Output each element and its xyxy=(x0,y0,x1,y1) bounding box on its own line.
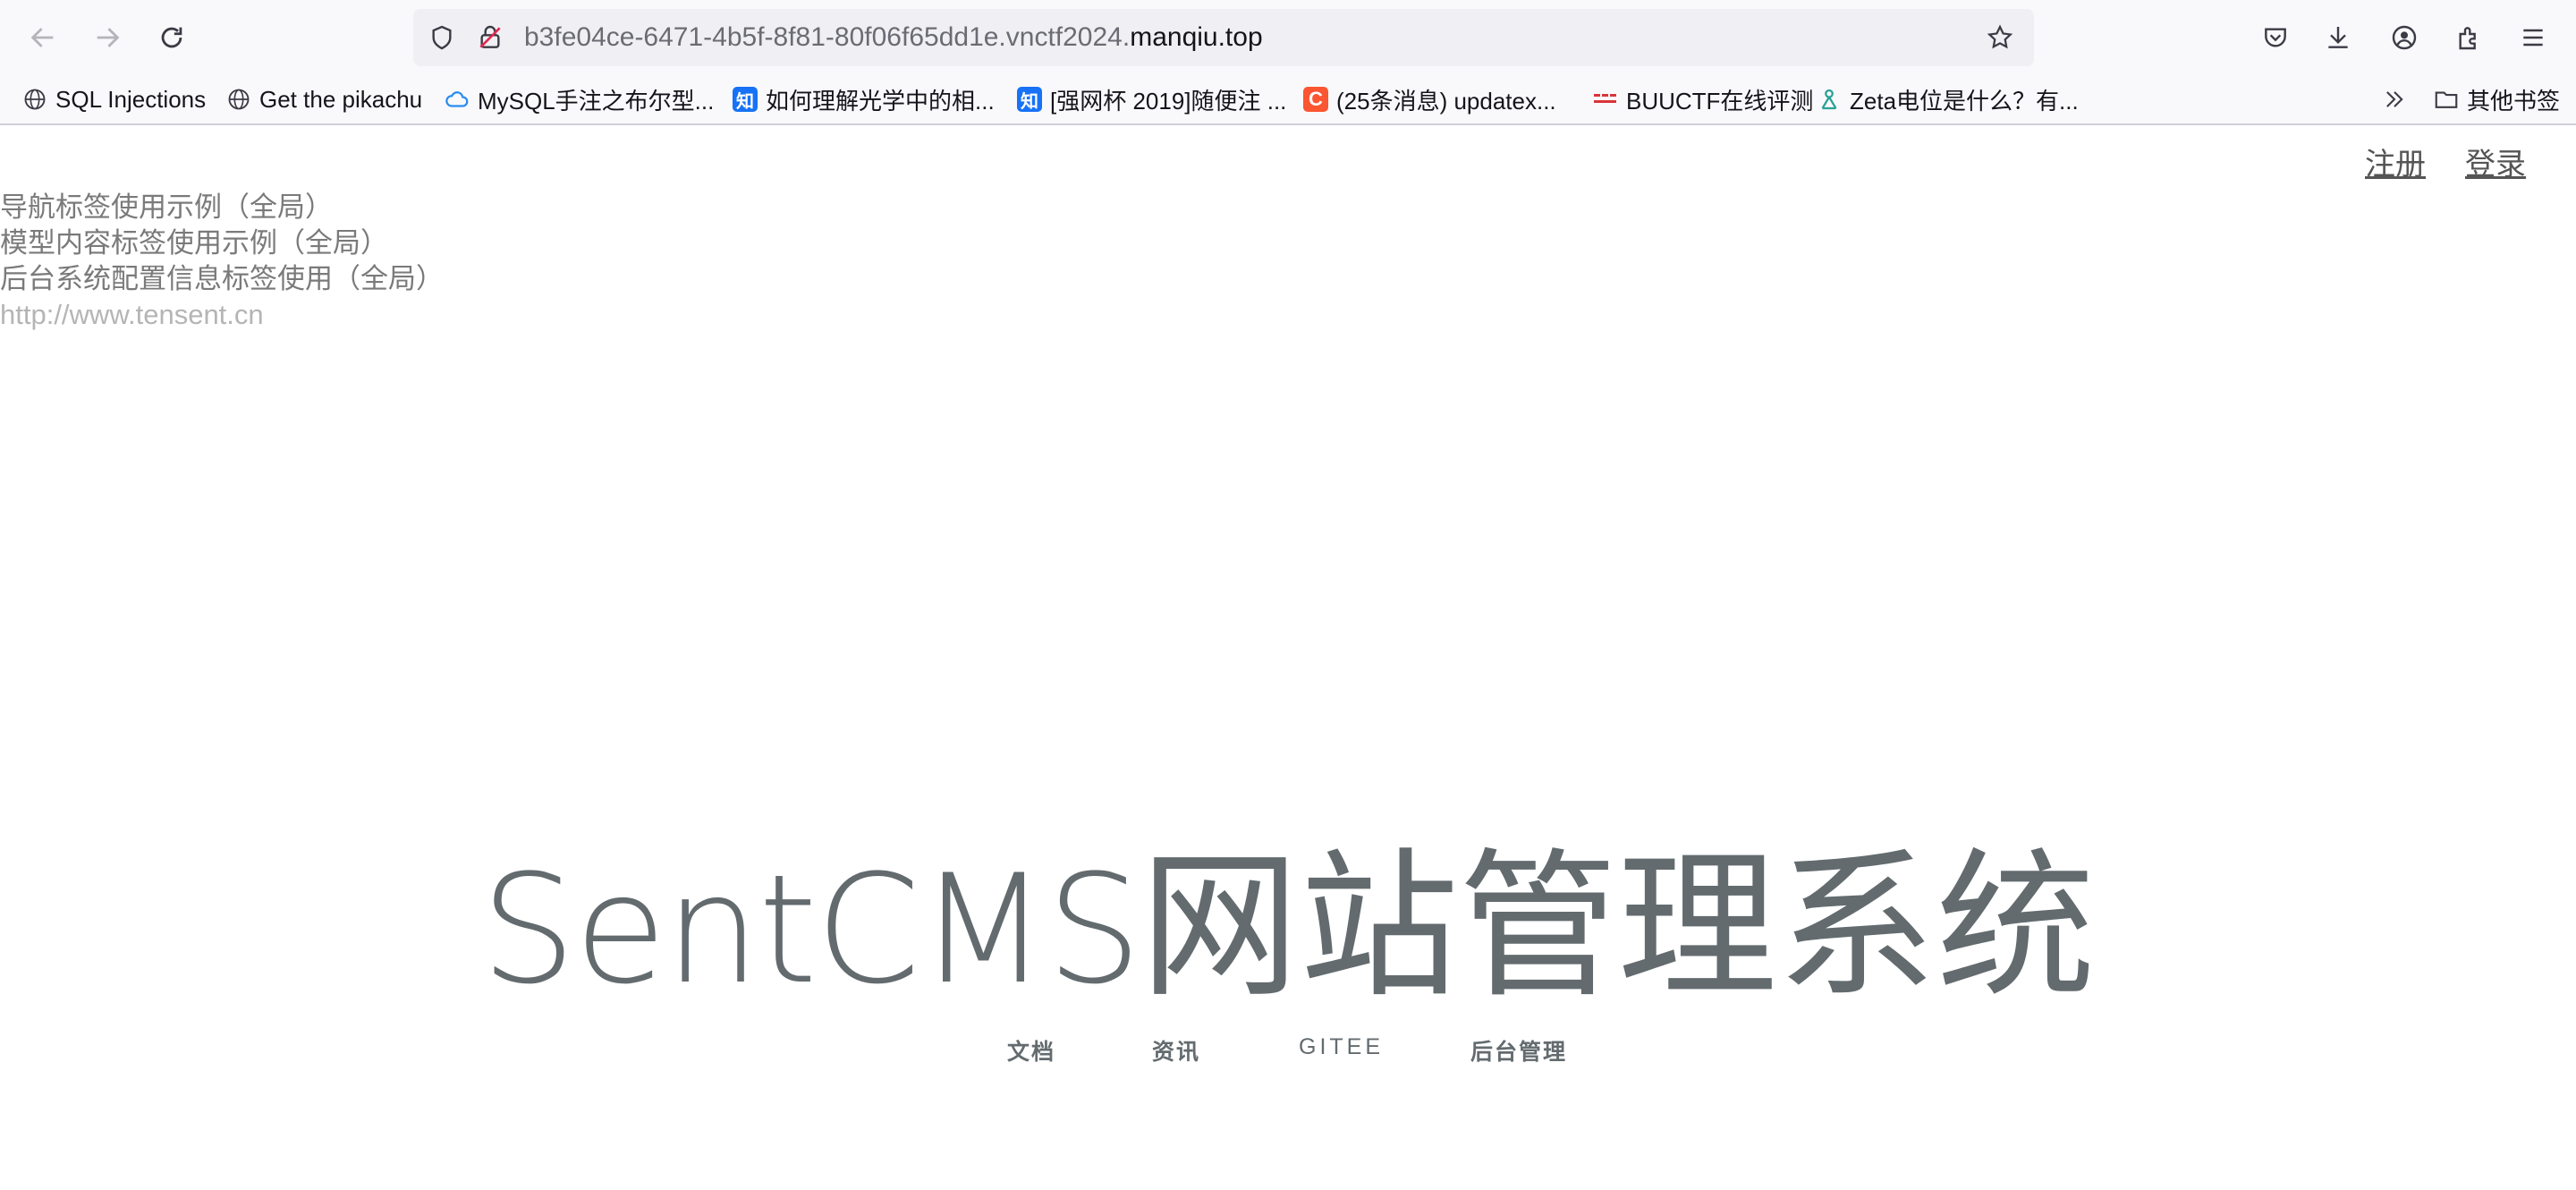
menu-item[interactable]: 模型内容标签使用示例（全局） xyxy=(0,225,388,261)
bookmark-item[interactable]: BUUCTF在线评测 xyxy=(1592,79,1813,120)
web-page: 注册 登录 导航标签使用示例（全局） 模型内容标签使用示例（全局） 后台系统配置… xyxy=(0,125,2576,1190)
news-link[interactable]: 资讯 xyxy=(1152,1034,1200,1067)
zhihu-icon: 知 xyxy=(732,86,758,113)
download-icon[interactable] xyxy=(2318,18,2358,57)
arrow-left-icon xyxy=(30,28,54,47)
menu-icon[interactable] xyxy=(2513,18,2553,57)
page-title: SentCMS网站管理系统 xyxy=(0,798,2576,1028)
bookmark-item[interactable]: 知 如何理解光学中的相... xyxy=(732,79,995,120)
bookmark-item[interactable]: Get the pikachu xyxy=(225,79,422,120)
chevron-double-right-icon xyxy=(2381,86,2408,113)
forward-button[interactable] xyxy=(88,18,127,57)
title-english: SentCMS xyxy=(480,842,1141,1017)
reload-button[interactable] xyxy=(152,18,191,57)
insecure-lock-icon[interactable] xyxy=(472,20,508,55)
bookmark-item[interactable]: MySQL手注之布尔型... xyxy=(444,79,714,120)
footer-links: 文档 资讯 GITEE 后台管理 xyxy=(0,1034,2576,1070)
bookmark-item[interactable]: 知 [强网杯 2019]随便注 ... xyxy=(1016,79,1286,120)
browser-toolbar: b3fe04ce-6471-4b5f-8f81-80f06f65dd1e.vnc… xyxy=(0,0,2576,75)
zhihu-icon: 知 xyxy=(1016,86,1043,113)
account-icon[interactable] xyxy=(2385,18,2424,57)
globe-icon xyxy=(225,86,252,113)
other-bookmarks-folder[interactable]: 其他书签 xyxy=(2433,79,2560,120)
globe-icon xyxy=(21,86,48,113)
bookmarks-toolbar: SQL Injections Get the pikachu MySQL手注之布… xyxy=(0,79,2576,120)
star-icon[interactable] xyxy=(1982,20,2018,55)
bookmark-item[interactable]: C (25条消息) updatex... xyxy=(1302,79,1556,120)
address-bar[interactable]: b3fe04ce-6471-4b5f-8f81-80f06f65dd1e.vnc… xyxy=(413,9,2034,66)
reload-icon xyxy=(161,27,182,48)
menu-item[interactable]: 后台系统配置信息标签使用（全局） xyxy=(0,261,444,297)
zeta-icon xyxy=(1816,86,1843,113)
url-text[interactable]: b3fe04ce-6471-4b5f-8f81-80f06f65dd1e.vnc… xyxy=(524,9,1263,66)
docs-link[interactable]: 文档 xyxy=(1007,1034,1055,1067)
browser-chrome: b3fe04ce-6471-4b5f-8f81-80f06f65dd1e.vnc… xyxy=(0,0,2576,125)
csdn-icon: C xyxy=(1302,86,1329,113)
arrow-right-icon xyxy=(97,28,120,47)
shield-icon[interactable] xyxy=(424,20,460,55)
gitee-link[interactable]: GITEE xyxy=(1299,1034,1384,1060)
pocket-icon[interactable] xyxy=(2256,18,2295,57)
extensions-icon[interactable] xyxy=(2449,18,2488,57)
cloud-icon xyxy=(444,86,470,113)
menu-item[interactable]: 导航标签使用示例（全局） xyxy=(0,190,333,225)
register-link[interactable]: 注册 xyxy=(2365,140,2426,183)
bookmarks-overflow-button[interactable] xyxy=(2381,79,2415,120)
back-button[interactable] xyxy=(23,18,63,57)
buuctf-icon xyxy=(1592,86,1619,113)
bookmark-item[interactable]: SQL Injections xyxy=(21,79,206,120)
title-chinese: 网站管理系统 xyxy=(1140,834,2096,1019)
site-url-link[interactable]: http://www.tensent.cn xyxy=(0,297,264,333)
admin-link[interactable]: 后台管理 xyxy=(1470,1034,1567,1067)
folder-icon xyxy=(2433,86,2460,113)
login-link[interactable]: 登录 xyxy=(2465,140,2526,183)
bookmark-item[interactable]: Zeta电位是什么？有... xyxy=(1816,79,2079,120)
